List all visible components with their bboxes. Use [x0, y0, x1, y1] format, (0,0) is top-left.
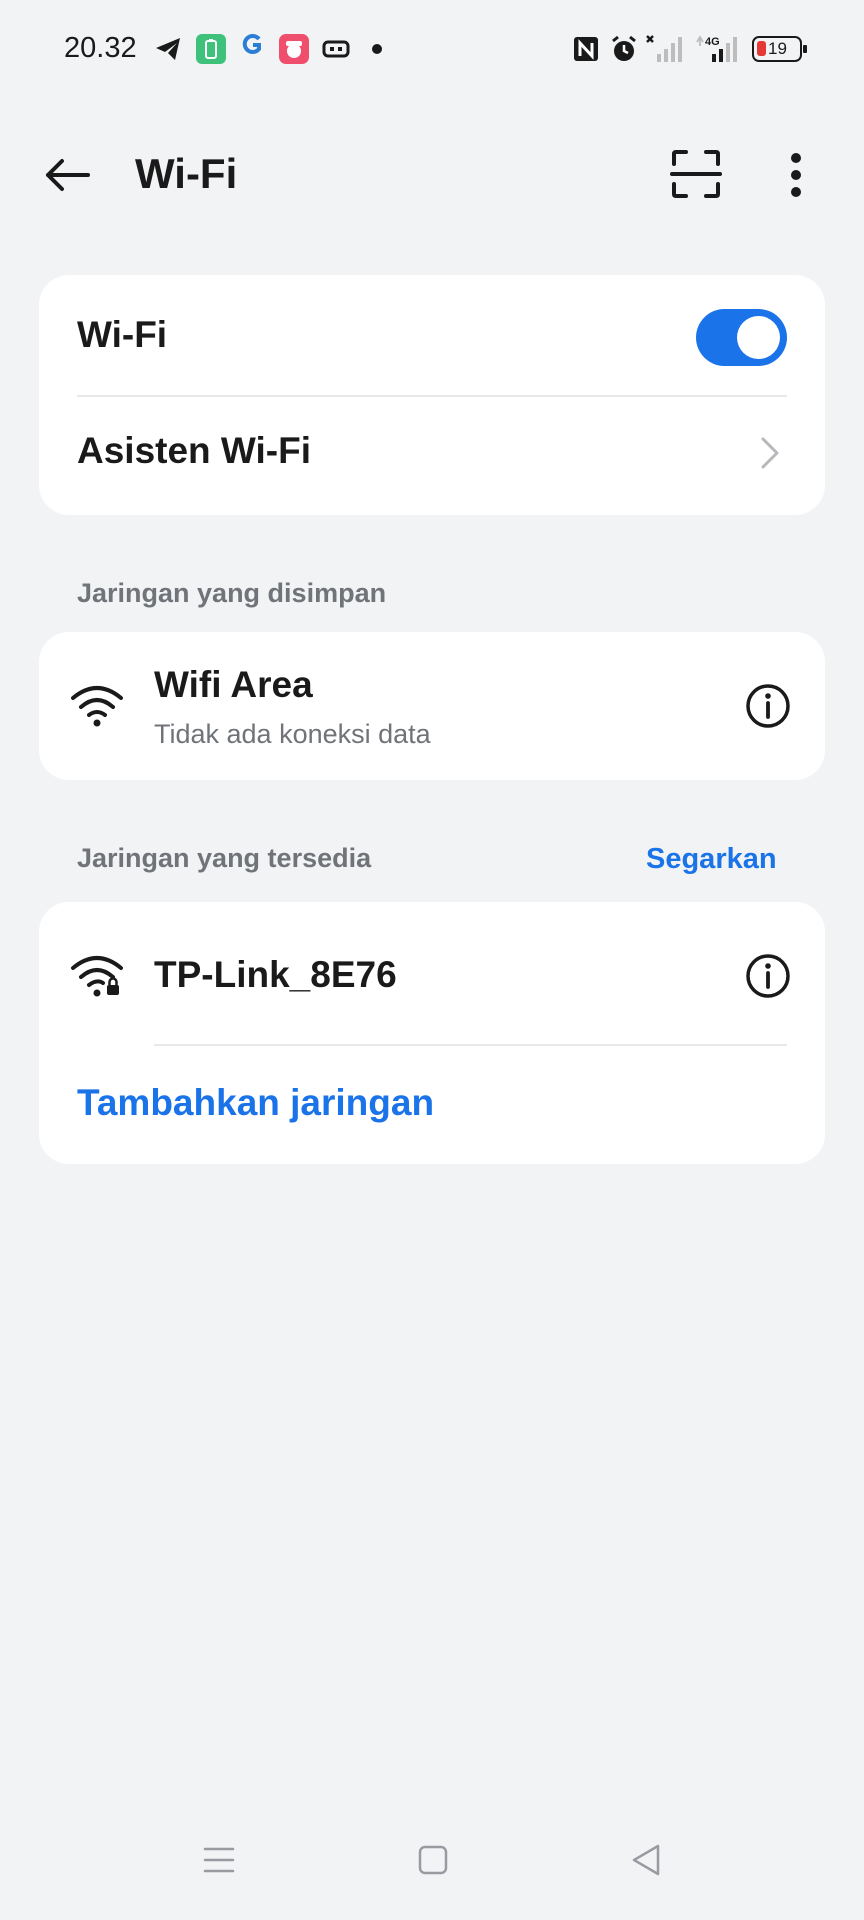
- refresh-button[interactable]: Segarkan: [646, 843, 777, 876]
- g-app-icon: [238, 30, 268, 60]
- system-navigation-bar: [0, 1830, 864, 1900]
- divider: [154, 1044, 787, 1046]
- available-network-item[interactable]: TP-Link_8E76: [39, 902, 825, 1044]
- signal-sim1-icon: [646, 35, 682, 62]
- info-icon[interactable]: [745, 683, 791, 729]
- chevron-right-icon: [761, 437, 779, 469]
- saved-network-name: Wifi Area: [154, 664, 313, 705]
- more-vertical-icon[interactable]: [778, 150, 814, 200]
- link-app-icon: [322, 40, 350, 58]
- saved-networks-heading: Jaringan yang disimpan: [77, 578, 387, 608]
- back-arrow-icon[interactable]: [38, 152, 98, 198]
- wifi-toggle-row[interactable]: Wi-Fi: [39, 275, 825, 395]
- svg-text:4G: 4G: [705, 36, 720, 48]
- status-time: 20.32: [64, 32, 137, 64]
- wifi-toggle-label: Wi-Fi: [77, 314, 168, 355]
- available-networks-card: TP-Link_8E76 Tambahkan jaringan: [39, 902, 825, 1164]
- qr-scan-icon[interactable]: [670, 148, 722, 200]
- toggle-knob: [737, 316, 780, 359]
- battery-app-icon: [196, 34, 226, 64]
- status-bar: 20.32 4G 19: [0, 0, 864, 100]
- saved-network-status: Tidak ada koneksi data: [154, 719, 431, 749]
- app-header: Wi-Fi: [0, 130, 864, 220]
- battery-level: 19: [768, 39, 787, 58]
- notification-dot-icon: [372, 44, 382, 54]
- info-icon[interactable]: [745, 953, 791, 999]
- nav-back-icon[interactable]: [626, 1840, 666, 1880]
- available-networks-heading: Jaringan yang tersedia: [77, 843, 372, 873]
- nfc-icon: [574, 37, 598, 61]
- add-network-button[interactable]: Tambahkan jaringan: [77, 1082, 434, 1124]
- wifi-settings-screen: 20.32 4G 19 Wi-Fi Wi-Fi Asisten Wi-Fi Ja…: [0, 0, 864, 1920]
- saved-network-item[interactable]: Wifi Area Tidak ada koneksi data: [39, 632, 825, 780]
- page-title: Wi-Fi: [135, 150, 238, 197]
- home-icon[interactable]: [413, 1840, 453, 1880]
- wifi-toggle-switch[interactable]: [696, 309, 787, 366]
- mask-app-icon: [279, 34, 309, 64]
- telegram-icon: [156, 38, 180, 60]
- wifi-assistant-label: Asisten Wi-Fi: [77, 430, 312, 471]
- wifi-secured-icon: [71, 956, 123, 997]
- battery-icon: 19: [752, 36, 807, 62]
- battery-fill: [757, 41, 766, 56]
- wifi-settings-card: Wi-Fi Asisten Wi-Fi: [39, 275, 825, 515]
- wifi-assistant-row[interactable]: Asisten Wi-Fi: [39, 397, 825, 515]
- alarm-icon: [612, 35, 636, 61]
- wifi-signal-icon: [71, 686, 123, 727]
- signal-4g-icon: 4G: [696, 35, 737, 62]
- available-network-name: TP-Link_8E76: [154, 954, 397, 995]
- recent-apps-icon[interactable]: [199, 1840, 239, 1880]
